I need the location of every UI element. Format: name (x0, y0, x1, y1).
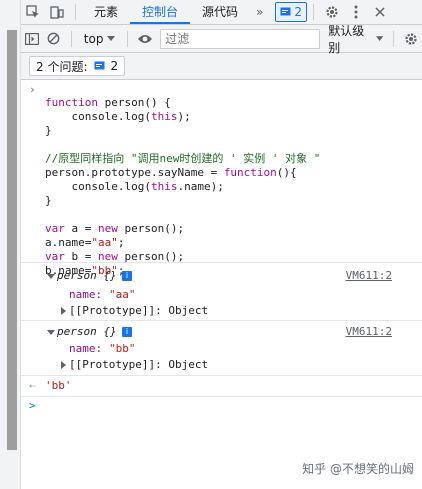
issues-button[interactable]: 2 个问题: 2 (29, 56, 126, 76)
gear-icon[interactable] (320, 0, 344, 24)
sidebar-toggle-icon[interactable] (21, 27, 43, 51)
divider (21, 262, 422, 263)
divider (70, 30, 72, 47)
left-panel-strip (0, 0, 21, 489)
return-arrow-icon: ⇠ (29, 379, 36, 392)
code-line: } (45, 124, 52, 137)
issues-count: 2 (294, 5, 303, 19)
tab-console[interactable]: 控制台 (130, 0, 191, 24)
divider (127, 30, 129, 47)
message-icon (94, 61, 104, 69)
expand-triangle-icon[interactable] (61, 361, 66, 369)
issues-badge-count: 2 (110, 59, 119, 73)
log-levels-dropdown[interactable]: 默认级别 (328, 22, 384, 56)
expand-triangle-icon[interactable] (47, 330, 55, 335)
code-line: console.log(this.name); (45, 180, 224, 193)
divider (21, 320, 422, 321)
divider (393, 30, 395, 47)
tab-elements[interactable]: 元素 (82, 0, 130, 24)
console-settings-gear-icon[interactable] (400, 27, 422, 51)
prototype-label: [[Prototype]]: Object (69, 358, 209, 371)
chevron-down-icon (375, 35, 384, 41)
console-toolbar: top 默认级别 (21, 22, 422, 56)
property-value: "bb" (109, 342, 136, 355)
code-line: a.name="aa"; (45, 236, 125, 249)
divider (21, 396, 422, 397)
property-key: name: (69, 288, 103, 301)
context-selector[interactable]: top (78, 32, 122, 46)
filter-input[interactable] (160, 28, 321, 49)
prototype-label: [[Prototype]]: Object (69, 304, 209, 317)
divider (75, 4, 76, 20)
console-input-code: function person() { console.log(this); }… (45, 82, 320, 278)
devtools-panel: 元素 控制台 源代码 » 2 top 过滤 默认级别 2 个问题: 2 › fu… (21, 0, 422, 489)
clear-console-icon[interactable] (43, 27, 65, 51)
inspect-icon[interactable] (21, 0, 45, 24)
property-key: name: (69, 342, 103, 355)
object-title[interactable]: person {} (57, 325, 117, 338)
info-icon[interactable]: i (122, 327, 132, 337)
watermark: 知乎 @不想笑的山姆 (302, 462, 414, 476)
kebab-menu-icon[interactable] (344, 0, 368, 24)
code-line: } (45, 194, 52, 207)
info-icon[interactable]: i (122, 271, 132, 281)
code-line: console.log(this); (45, 110, 191, 123)
divider (313, 4, 315, 20)
context-label: top (83, 31, 104, 46)
source-link[interactable]: VM611:2 (346, 269, 392, 282)
close-icon[interactable] (368, 0, 392, 24)
levels-label: 默认级别 (328, 23, 365, 55)
code-line: person.prototype.sayName = function(){ (45, 166, 297, 179)
issues-counter-button[interactable]: 2 (275, 2, 308, 22)
device-toolbar-icon[interactable] (45, 0, 69, 24)
issues-label: 2 个问题: (36, 59, 88, 74)
property-value: "aa" (109, 288, 136, 301)
result-value: 'bb' (45, 379, 72, 392)
eye-icon[interactable] (134, 27, 156, 51)
code-line: var a = new person(); (45, 222, 185, 235)
expand-triangle-icon[interactable] (61, 307, 66, 315)
divider (21, 375, 422, 376)
prompt-chevron-icon: > (29, 399, 36, 412)
object-title[interactable]: person {} (57, 269, 117, 282)
source-link[interactable]: VM611:2 (346, 325, 392, 338)
more-tabs-button[interactable]: » (250, 0, 269, 24)
console-output[interactable]: › function person() { console.log(this);… (21, 79, 422, 489)
tab-bar: 元素 控制台 源代码 » 2 (21, 0, 422, 25)
input-chevron-icon: › (29, 83, 36, 96)
expand-triangle-icon[interactable] (47, 274, 55, 279)
issues-toolbar: 2 个问题: 2 (21, 53, 422, 80)
chevron-down-icon (107, 35, 116, 41)
message-icon (280, 7, 291, 15)
code-comment: //原型同样指向 "调用new时创建的 ' 实例 ' 对象 " (45, 152, 321, 165)
tab-sources[interactable]: 源代码 (190, 0, 250, 24)
panel-scrollbar[interactable] (7, 30, 17, 450)
code-line: function person() { (45, 96, 171, 109)
